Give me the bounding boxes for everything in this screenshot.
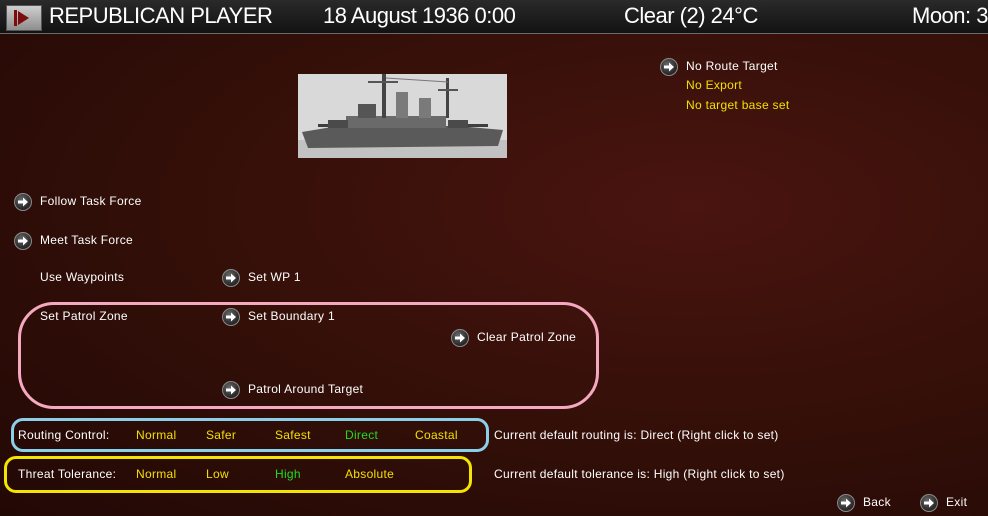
back-button[interactable]	[837, 494, 855, 512]
set-wp-label: Set WP 1	[248, 270, 301, 284]
set-boundary-label: Set Boundary 1	[248, 309, 335, 323]
export-status: No Export	[686, 78, 743, 92]
clear-patrol-zone-button[interactable]	[451, 329, 469, 347]
arrow-right-icon	[226, 273, 236, 283]
back-label: Back	[863, 495, 891, 509]
set-boundary-button[interactable]	[222, 308, 240, 326]
set-patrol-zone-label: Set Patrol Zone	[40, 309, 128, 323]
arrow-right-icon	[18, 236, 28, 246]
clear-patrol-zone-label: Clear Patrol Zone	[477, 330, 577, 344]
route-target-label: No Route Target	[686, 59, 778, 73]
moon-phase: Moon: 3	[912, 3, 988, 28]
top-bar: REPUBLICAN PLAYER 18 August 1936 0:00 Cl…	[0, 0, 988, 34]
player-name: REPUBLICAN PLAYER	[49, 3, 273, 28]
menu-arrow-icon	[18, 11, 29, 25]
routing-option-normal[interactable]: Normal	[136, 428, 176, 442]
exit-label: Exit	[946, 495, 968, 509]
arrow-right-icon	[924, 498, 934, 508]
threat-tolerance-label: Threat Tolerance:	[18, 467, 117, 481]
follow-task-force-label: Follow Task Force	[40, 194, 142, 208]
arrow-right-icon	[455, 333, 465, 343]
routing-control-label: Routing Control:	[18, 428, 110, 442]
meet-task-force-button[interactable]	[14, 232, 32, 250]
target-base-status: No target base set	[686, 98, 790, 112]
routing-option-safer[interactable]: Safer	[206, 428, 236, 442]
routing-option-direct[interactable]: Direct	[345, 428, 378, 442]
weather: Clear (2) 24°C	[624, 3, 758, 28]
routing-option-coastal[interactable]: Coastal	[415, 428, 458, 442]
meet-task-force-label: Meet Task Force	[40, 233, 133, 247]
set-wp-button[interactable]	[222, 269, 240, 287]
routing-option-safest[interactable]: Safest	[275, 428, 311, 442]
threat-option-normal[interactable]: Normal	[136, 467, 176, 481]
menu-button[interactable]	[6, 5, 42, 31]
exit-button[interactable]	[920, 494, 938, 512]
arrow-right-icon	[664, 62, 674, 72]
threat-option-absolute[interactable]: Absolute	[345, 467, 394, 481]
route-target-button[interactable]	[660, 58, 678, 76]
menu-arrow-icon-bar	[14, 10, 17, 26]
game-date: 18 August 1936 0:00	[323, 3, 516, 28]
arrow-right-icon	[226, 312, 236, 322]
patrol-around-target-label: Patrol Around Target	[248, 382, 364, 396]
threat-option-high[interactable]: High	[275, 467, 301, 481]
ship-photo	[298, 74, 507, 158]
arrow-right-icon	[841, 498, 851, 508]
threat-status: Current default tolerance is: High (Righ…	[494, 467, 785, 481]
threat-option-low[interactable]: Low	[206, 467, 229, 481]
routing-status: Current default routing is: Direct (Righ…	[494, 428, 779, 442]
arrow-right-icon	[18, 197, 28, 207]
patrol-around-target-button[interactable]	[222, 381, 240, 399]
follow-task-force-button[interactable]	[14, 193, 32, 211]
arrow-right-icon	[226, 385, 236, 395]
use-waypoints-label: Use Waypoints	[40, 270, 125, 284]
